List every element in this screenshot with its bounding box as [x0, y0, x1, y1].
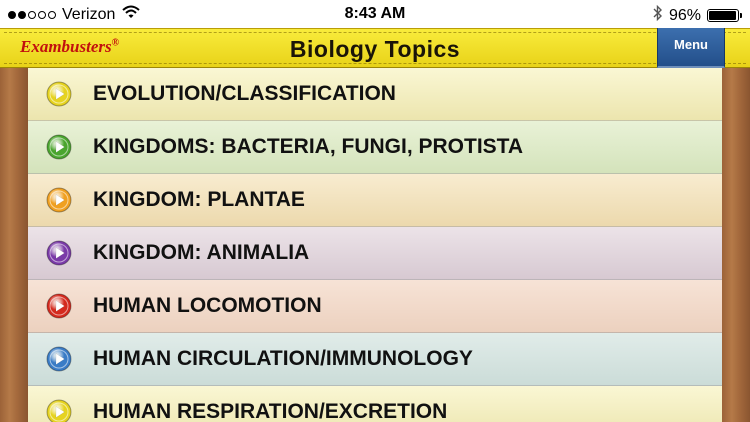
bluetooth-icon — [653, 4, 663, 26]
menu-button[interactable]: Menu — [657, 28, 725, 68]
topic-row[interactable]: KINGDOM: ANIMALIA — [28, 227, 722, 280]
play-icon — [46, 399, 72, 422]
topic-label: KINGDOM: PLANTAE — [93, 188, 305, 211]
play-icon — [46, 134, 72, 160]
topic-row[interactable]: HUMAN RESPIRATION/EXCRETION — [28, 386, 722, 422]
topic-row[interactable]: EVOLUTION/CLASSIFICATION — [28, 68, 722, 121]
topic-list: EVOLUTION/CLASSIFICATION KINGDOMS: BACTE… — [28, 68, 722, 422]
play-icon — [46, 240, 72, 266]
status-time: 8:43 AM — [344, 5, 406, 22]
play-icon — [46, 293, 72, 319]
wood-panel-right — [722, 68, 750, 422]
topic-label: HUMAN LOCOMOTION — [93, 294, 322, 317]
page-title: Biology Topics — [289, 36, 461, 62]
battery-fill — [709, 11, 736, 20]
topic-label: HUMAN RESPIRATION/EXCRETION — [93, 400, 448, 422]
topic-label: HUMAN CIRCULATION/IMMUNOLOGY — [93, 347, 473, 370]
topic-row[interactable]: KINGDOMS: BACTERIA, FUNGI, PROTISTA — [28, 121, 722, 174]
topic-row[interactable]: HUMAN CIRCULATION/IMMUNOLOGY — [28, 333, 722, 386]
battery-icon — [707, 9, 742, 22]
app-header: Exambusters® Biology Topics — [0, 28, 750, 68]
play-icon — [46, 346, 72, 372]
play-icon — [46, 81, 72, 107]
status-right-group: 96% — [653, 4, 742, 26]
topic-label: KINGDOMS: BACTERIA, FUNGI, PROTISTA — [93, 135, 524, 158]
status-bar: Verizon 8:43 AM 96% — [0, 0, 750, 28]
topic-row[interactable]: HUMAN LOCOMOTION — [28, 280, 722, 333]
topic-label: KINGDOM: ANIMALIA — [93, 241, 310, 264]
topic-row[interactable]: KINGDOM: PLANTAE — [28, 174, 722, 227]
wood-panel-left — [0, 68, 28, 422]
play-icon — [46, 187, 72, 213]
topic-label: EVOLUTION/CLASSIFICATION — [93, 82, 396, 105]
battery-percent: 96% — [668, 6, 701, 24]
